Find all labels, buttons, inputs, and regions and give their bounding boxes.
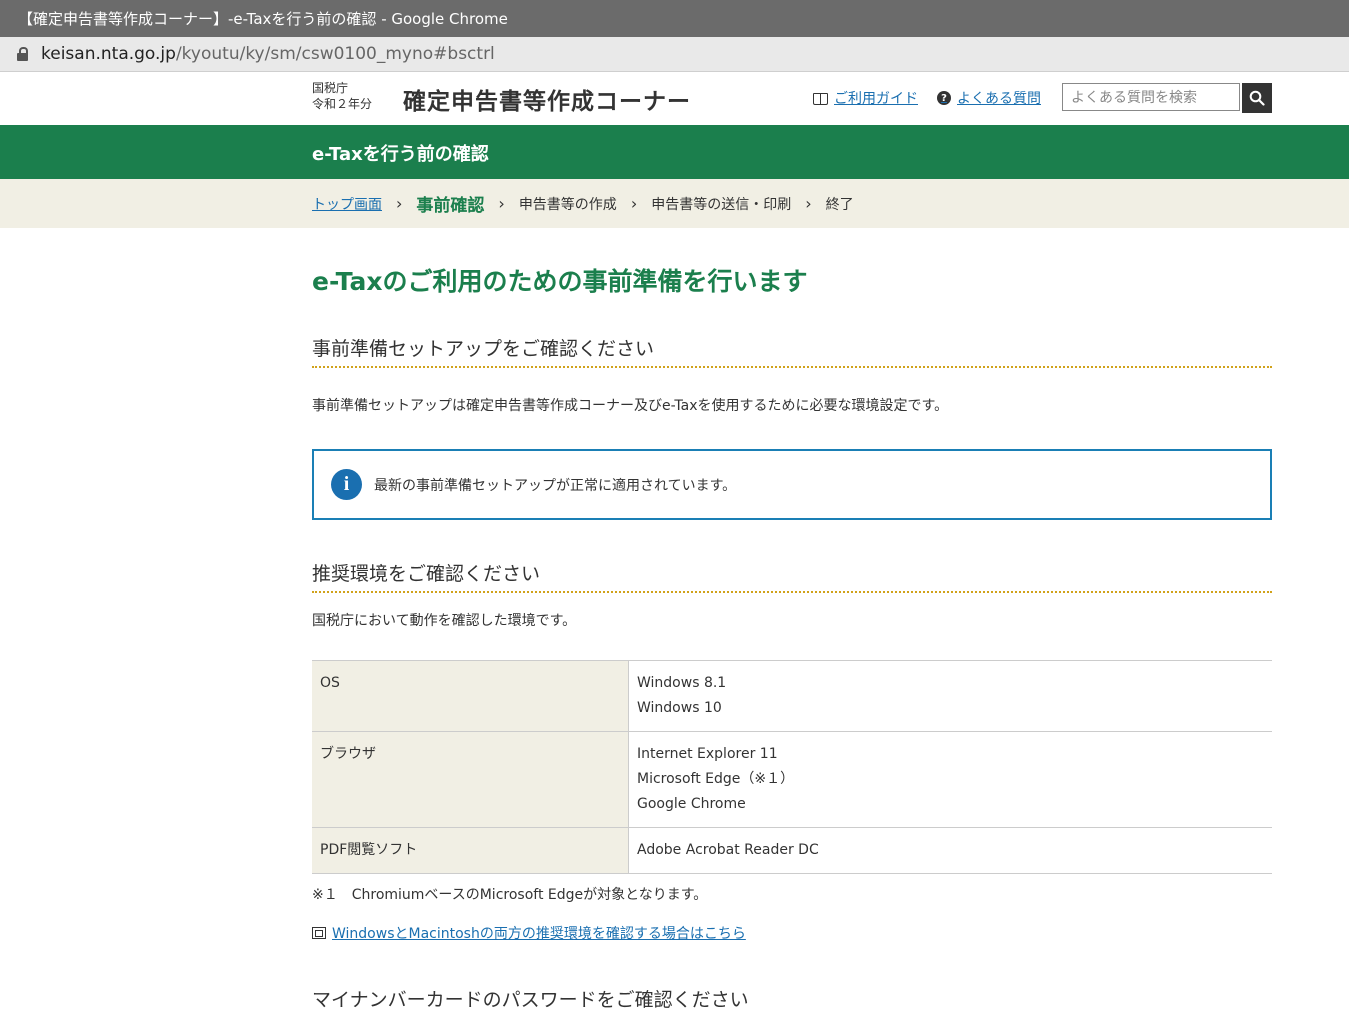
setup-description: 事前準備セットアップは確定申告書等作成コーナー及びe-Taxを使用するために必要… [312,398,949,414]
site-title[interactable]: 確定申告書等作成コーナー [403,82,691,116]
url-text[interactable]: keisan.nta.go.jp/kyoutu/ky/sm/csw0100_my… [41,44,495,64]
search-icon [1249,90,1265,106]
breadcrumb-top-link[interactable]: トップ画面 [312,194,382,214]
info-icon: i [331,469,362,500]
table-row: OS Windows 8.1 Windows 10 [312,660,1272,732]
row-label: OS [312,660,629,732]
chevron-right-icon: › [498,194,505,213]
faq-link[interactable]: ? よくある質問 [937,88,1041,108]
table-row: ブラウザ Internet Explorer 11 Microsoft Edge… [312,731,1272,828]
book-icon [813,92,828,105]
page-heading: e-Taxのご利用のための事前準備を行います [312,267,808,296]
faq-search-input[interactable]: よくある質問を検索 [1062,83,1240,111]
breadcrumb-current: 事前確認 [416,196,485,216]
address-bar[interactable]: keisan.nta.go.jp/kyoutu/ky/sm/csw0100_my… [0,37,1349,72]
breadcrumb-step-create: 申告書等の作成 [518,196,617,213]
guide-link[interactable]: ご利用ガイド [813,88,918,108]
question-icon: ? [937,91,951,105]
row-label: PDF閲覧ソフト [312,827,629,874]
section-heading-mynumber: マイナンバーカードのパスワードをご確認ください [312,989,749,1011]
table-row: PDF閲覧ソフト Adobe Acrobat Reader DC [312,827,1272,874]
new-window-icon [312,927,326,939]
site-header: 国税庁 令和２年分 確定申告書等作成コーナー ご利用ガイド ? よくある質問 よ… [0,72,1349,125]
info-message-box: i 最新の事前準備セットアップが正常に適用されています。 [312,449,1272,520]
breadcrumb: トップ画面 › 事前確認 › 申告書等の作成 › 申告書等の送信・印刷 › 終了 [0,179,1349,228]
lock-icon[interactable] [17,47,28,61]
recommended-env-link[interactable]: WindowsとMacintoshの両方の推奨環境を確認する場合はこちら [312,923,746,943]
info-message: 最新の事前準備セットアップが正常に適用されています。 [374,478,737,494]
row-values: Adobe Acrobat Reader DC [628,827,1272,874]
section-divider [312,591,1272,593]
environment-table: OS Windows 8.1 Windows 10 ブラウザ Internet … [312,660,1272,874]
page-banner: e-Taxを行う前の確認 [0,125,1349,179]
environment-description: 国税庁において動作を確認した環境です。 [312,613,577,629]
row-values: Windows 8.1 Windows 10 [628,660,1272,732]
browser-titlebar: 【確定申告書等作成コーナー】-e-Taxを行う前の確認 - Google Chr… [0,0,1349,37]
section-divider [312,366,1272,368]
row-label: ブラウザ [312,731,629,828]
footnote: ※１ ChromiumベースのMicrosoft Edgeが対象となります。 [312,887,708,903]
section-heading-setup: 事前準備セットアップをご確認ください [312,338,655,360]
breadcrumb-step-send: 申告書等の送信・印刷 [651,196,792,213]
chevron-right-icon: › [396,194,403,213]
window-title: 【確定申告書等作成コーナー】-e-Taxを行う前の確認 - Google Chr… [18,10,508,28]
chevron-right-icon: › [630,194,638,213]
banner-title: e-Taxを行う前の確認 [312,144,489,165]
breadcrumb-step-end: 終了 [825,196,854,213]
agency-label: 国税庁 令和２年分 [312,81,373,111]
row-values: Internet Explorer 11 Microsoft Edge（※１） … [628,731,1272,828]
chevron-right-icon: › [805,194,812,213]
search-button[interactable] [1242,83,1272,113]
section-heading-environment: 推奨環境をご確認ください [312,563,541,585]
